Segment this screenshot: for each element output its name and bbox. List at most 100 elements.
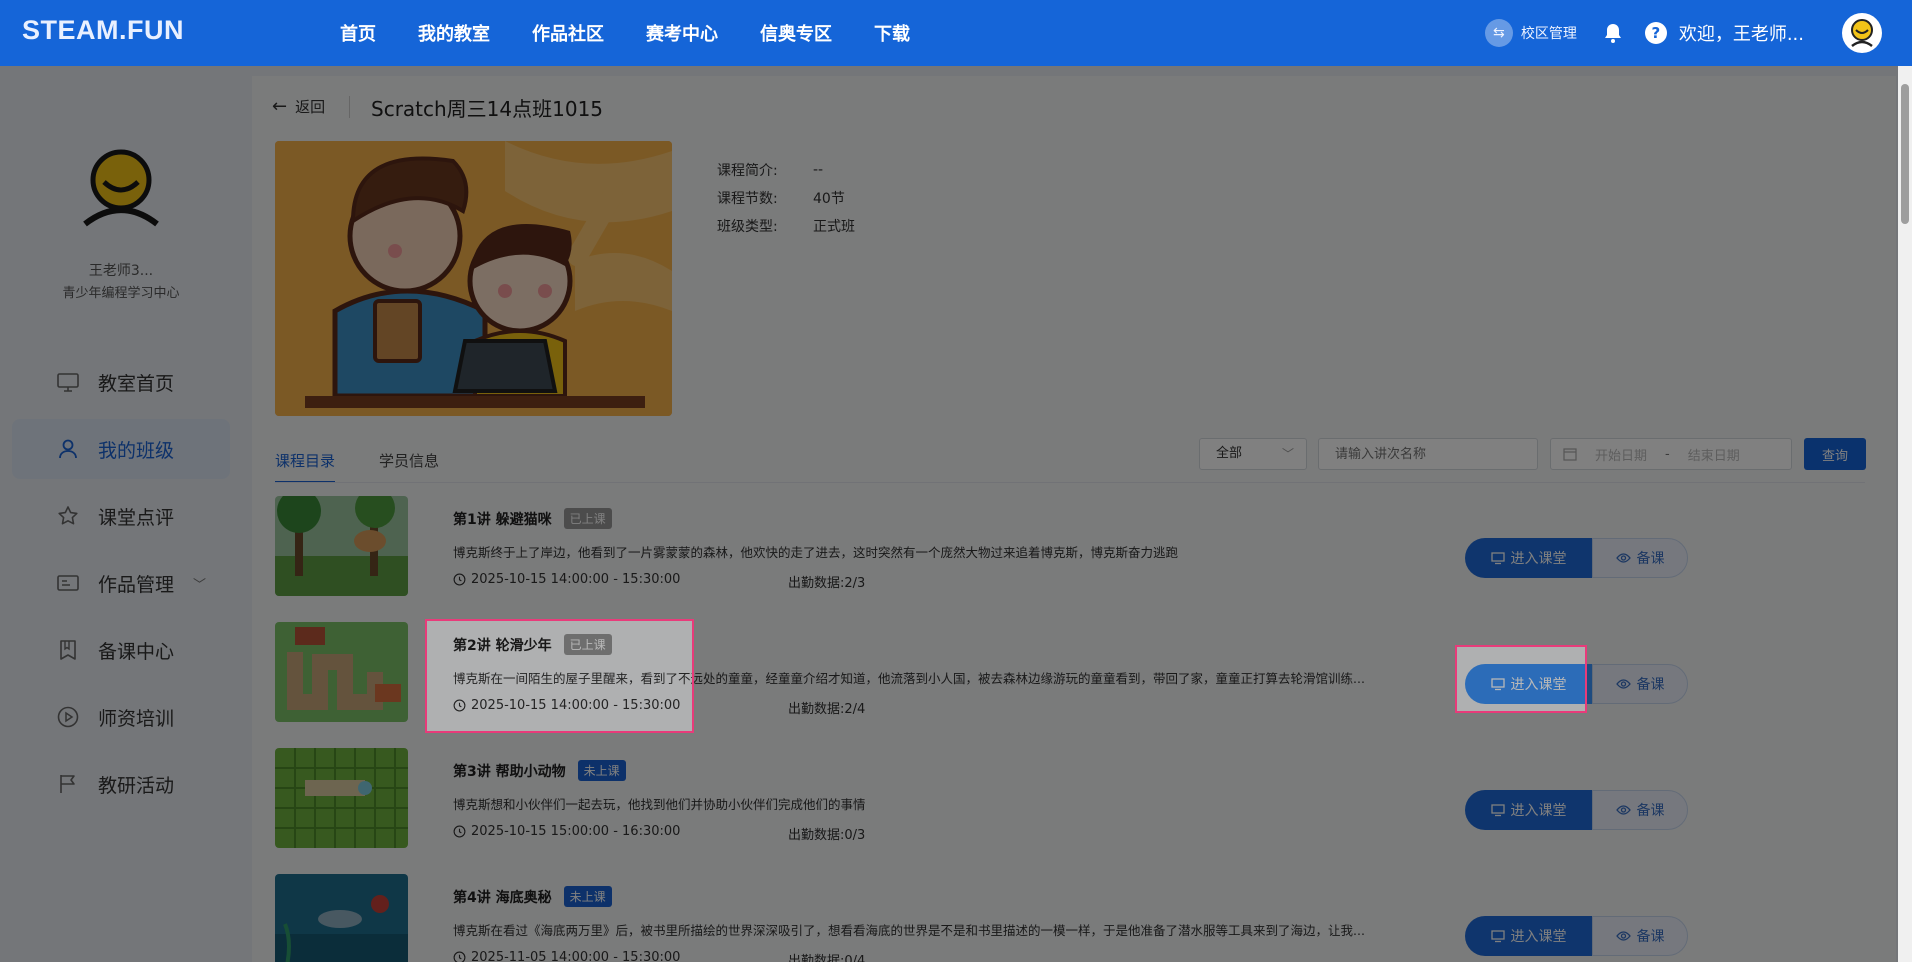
lesson-time-text: 2025-11-05 14:00:00 - 15:30:00 — [471, 950, 681, 962]
start-date-field[interactable]: 开始日期 — [1595, 445, 1647, 464]
attendance-text: 出勤数据:0/3 — [788, 828, 866, 843]
nav-exam-center[interactable]: 赛考中心 — [646, 20, 718, 46]
top-navbar: STEAM.FUN 首页 我的教室 作品社区 赛考中心 信奥专区 下载 ⇆ 校区… — [0, 0, 1912, 66]
lesson-thumbnail — [275, 496, 408, 596]
arrow-left-icon: ← — [272, 96, 288, 117]
sidebar: 王老师3... 青少年编程学习中心 教室首页 我的班级 课堂点评 作品管理 ﹀ … — [0, 66, 242, 962]
nav-works-community[interactable]: 作品社区 — [532, 20, 604, 46]
sidebar-item-research-activity[interactable]: 教研活动 — [12, 754, 230, 814]
sidebar-item-label: 作品管理 — [98, 573, 175, 596]
info-key: 课程节数: — [717, 191, 778, 207]
nav-my-classroom[interactable]: 我的教室 — [418, 20, 490, 46]
lesson-title: 第1讲 躲避猫咪 已上课 — [453, 508, 612, 529]
query-button[interactable]: 查询 — [1804, 438, 1866, 470]
info-value: 正式班 — [813, 219, 855, 235]
welcome-text[interactable]: 欢迎，王老师... — [1679, 20, 1804, 46]
star-icon — [58, 506, 78, 525]
clock-icon — [453, 573, 466, 586]
flag-icon — [60, 775, 75, 793]
nav-download[interactable]: 下载 — [874, 20, 910, 46]
sidebar-item-classroom-home[interactable]: 教室首页 — [12, 352, 230, 412]
nav-olympiad[interactable]: 信奥专区 — [760, 20, 832, 46]
sidebar-item-works-management[interactable]: 作品管理 ﹀ — [12, 553, 230, 613]
tab-course-catalog[interactable]: 课程目录 — [275, 450, 336, 483]
campus-label: 校区管理 — [1520, 26, 1577, 42]
scrollbar-thumb[interactable] — [1901, 84, 1909, 224]
prep-lesson-button[interactable]: 备课 — [1592, 664, 1688, 704]
campus-management[interactable]: ⇆ 校区管理 — [1484, 19, 1577, 47]
monitor-icon — [1490, 804, 1505, 817]
monitor-icon — [57, 373, 79, 392]
lesson-description: 博克斯终于上了岸边，他看到了一片雾蒙蒙的森林，他欢快的走了进去，这时突然有一个庞… — [453, 545, 1179, 560]
end-date-field[interactable]: 结束日期 — [1688, 445, 1740, 464]
sidebar-item-class-review[interactable]: 课堂点评 — [12, 486, 230, 546]
lesson-thumbnail — [275, 622, 408, 722]
button-label: 进入课堂 — [1510, 803, 1567, 819]
lesson-title-text: 第4讲 海底奥秘 — [453, 889, 552, 906]
button-label: 进入课堂 — [1510, 551, 1567, 567]
button-label: 备课 — [1636, 803, 1665, 819]
enter-classroom-button[interactable]: 进入课堂 — [1465, 916, 1592, 956]
sidebar-item-label: 教研活动 — [98, 774, 175, 797]
lesson-description: 博克斯在一间陌生的屋子里醒来，看到了不远处的童童，经童童介绍才知道，他流落到小人… — [453, 671, 1365, 686]
sidebar-item-teacher-training[interactable]: 师资培训 — [12, 687, 230, 747]
sidebar-item-prep-center[interactable]: 备课中心 — [12, 620, 230, 680]
lesson-title-text: 第3讲 帮助小动物 — [453, 763, 566, 780]
avatar[interactable] — [1842, 13, 1882, 53]
monitor-icon — [1490, 930, 1505, 943]
attendance-text: 出勤数据:2/4 — [788, 702, 866, 717]
lesson-time: 2025-10-15 14:00:00 - 15:30:00 — [453, 698, 680, 713]
chevron-down-icon[interactable]: ﹀ — [193, 574, 206, 593]
date-range-picker[interactable]: 开始日期 - 结束日期 — [1550, 438, 1792, 470]
scrollbar[interactable] — [1898, 66, 1912, 962]
attendance-text: 出勤数据:2/3 — [788, 576, 866, 591]
app-logo[interactable]: STEAM.FUN — [22, 15, 184, 46]
help-icon[interactable]: ? — [1644, 22, 1667, 44]
lesson-title: 第2讲 轮滑少年 已上课 — [453, 634, 612, 655]
bell-icon[interactable] — [1601, 21, 1625, 45]
course-info: 课程简介: -- 课程节数: 40节 班级类型: 正式班 — [717, 156, 855, 240]
profile-avatar — [83, 149, 159, 227]
profile-name: 王老师3... — [88, 263, 154, 279]
lesson-time: 2025-10-15 15:00:00 - 16:30:00 — [453, 824, 680, 839]
lesson-thumbnail — [275, 748, 408, 848]
prep-lesson-button[interactable]: 备课 — [1592, 790, 1688, 830]
status-badge: 未上课 — [577, 760, 626, 781]
enter-classroom-button[interactable]: 进入课堂 — [1465, 790, 1592, 830]
lesson-title: 第4讲 海底奥秘 未上课 — [453, 886, 612, 907]
button-label: 备课 — [1636, 929, 1665, 945]
enter-classroom-button[interactable]: 进入课堂 — [1465, 664, 1592, 704]
attendance-text: 出勤数据:0/4 — [788, 954, 866, 962]
back-button[interactable]: ← 返回 — [272, 96, 325, 117]
clock-icon — [453, 699, 466, 712]
enter-classroom-button[interactable]: 进入课堂 — [1465, 538, 1592, 578]
list-item: 第2讲 轮滑少年 已上课 博克斯在一间陌生的屋子里醒来，看到了不远处的童童，经童… — [275, 622, 1865, 724]
sidebar-menu: 教室首页 我的班级 课堂点评 作品管理 ﹀ 备课中心 师资培训 教研活动 — [12, 352, 230, 821]
tab-bar: 课程目录 学员信息 — [275, 450, 483, 483]
info-row: 课程简介: -- — [717, 156, 855, 184]
lesson-time-text: 2025-10-15 15:00:00 - 16:30:00 — [471, 824, 681, 839]
lesson-time: 2025-11-05 14:00:00 - 15:30:00 — [453, 950, 680, 962]
status-badge: 未上课 — [563, 886, 612, 907]
info-key: 课程简介: — [717, 163, 778, 179]
button-label: 备课 — [1636, 677, 1665, 693]
user-icon — [59, 439, 77, 459]
card-icon — [57, 575, 79, 591]
list-item: 第1讲 躲避猫咪 已上课 博克斯终于上了岸边，他看到了一片雾蒙蒙的森林，他欢快的… — [275, 496, 1865, 598]
sidebar-item-label: 师资培训 — [98, 707, 175, 730]
lesson-title-text: 第1讲 躲避猫咪 — [453, 511, 552, 528]
divider — [349, 96, 350, 118]
tab-student-info[interactable]: 学员信息 — [379, 450, 439, 483]
nav-home[interactable]: 首页 — [340, 20, 376, 46]
info-value: -- — [813, 162, 824, 178]
lesson-search-input[interactable] — [1318, 438, 1538, 470]
status-select[interactable]: 全部 ﹀ — [1199, 438, 1307, 470]
sidebar-item-my-class[interactable]: 我的班级 — [12, 419, 230, 479]
button-label: 进入课堂 — [1510, 929, 1567, 945]
prep-lesson-button[interactable]: 备课 — [1592, 538, 1688, 578]
info-value: 40节 — [813, 191, 845, 207]
lesson-time: 2025-10-15 14:00:00 - 15:30:00 — [453, 572, 680, 587]
prep-lesson-button[interactable]: 备课 — [1592, 916, 1688, 956]
lesson-description: 博克斯想和小伙伴们一起去玩，他找到他们并协助小伙伴们完成他们的事情 — [453, 797, 866, 812]
play-icon — [57, 706, 79, 728]
